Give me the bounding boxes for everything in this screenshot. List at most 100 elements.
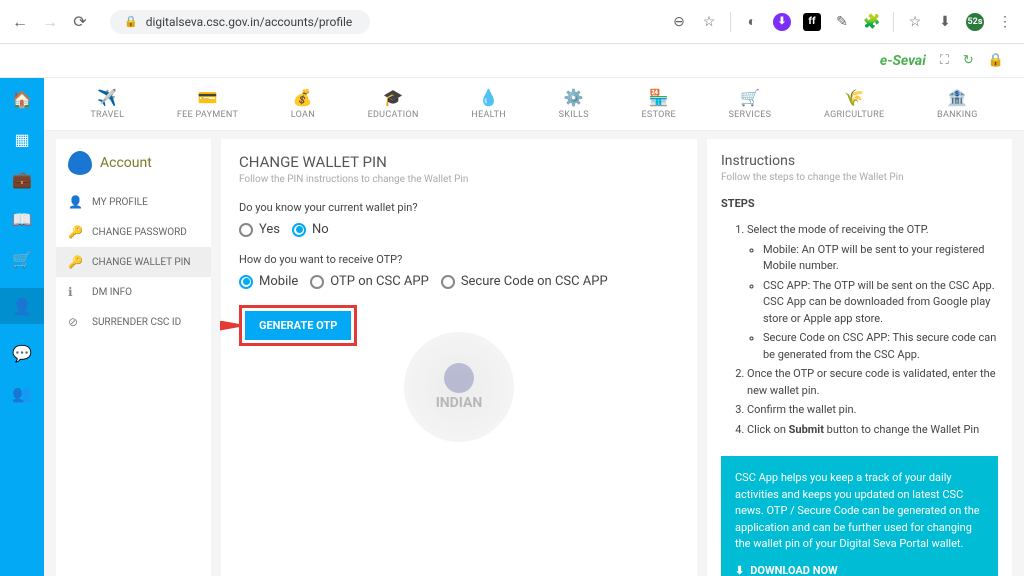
forward-button[interactable]: → — [40, 12, 60, 32]
cat-loan[interactable]: 💰LOAN — [291, 88, 315, 120]
app-top-bar: e-Sevai ⛶ ↻ 🔒 — [0, 44, 1024, 78]
cat-skills[interactable]: ⚙️SKILLS — [559, 88, 589, 120]
radio-yes[interactable]: Yes — [239, 222, 280, 237]
cat-banking[interactable]: 🏦BANKING — [937, 88, 978, 120]
cat-education[interactable]: 🎓EDUCATION — [368, 88, 419, 120]
expand-icon[interactable]: ⛶ — [940, 53, 949, 68]
ext-icon-2[interactable]: ⬇ — [773, 13, 791, 31]
radio-icon — [292, 223, 306, 237]
rail-book-icon[interactable]: 📖 — [11, 208, 33, 230]
key-icon: 🔑 — [68, 225, 84, 239]
sidebar-item-dm-info[interactable]: ℹDM INFO — [56, 277, 211, 307]
zoom-icon[interactable]: ⊖ — [670, 13, 688, 31]
sidebar-item-surrender-csc[interactable]: ⊘ SURRENDER CSC ID — [56, 307, 211, 337]
radio-icon — [441, 275, 455, 289]
url-bar[interactable]: 🔒 digitalseva.csc.gov.in/accounts/profil… — [110, 10, 370, 34]
radio-icon — [310, 275, 324, 289]
back-button[interactable]: ← — [10, 12, 30, 32]
loan-icon: 💰 — [291, 88, 315, 106]
ext-icon-3[interactable]: ff — [803, 13, 821, 31]
download-icon[interactable]: ⬇ — [936, 13, 954, 31]
account-heading-label: Account — [100, 155, 152, 171]
rail-users-icon[interactable]: 👥 — [11, 382, 33, 404]
step-3: Confirm the wallet pin. — [747, 402, 998, 419]
download-label: DOWNLOAD NOW — [750, 563, 837, 576]
category-nav: ✈️TRAVEL 💳FEE PAYMENT 💰LOAN 🎓EDUCATION 💧… — [44, 78, 1024, 131]
callout-arrow-icon — [220, 321, 242, 331]
steps-heading: STEPS — [721, 197, 998, 210]
agriculture-icon: 🌾 — [842, 88, 866, 106]
download-now-link[interactable]: ⬇ DOWNLOAD NOW — [735, 563, 838, 576]
rail-cart-icon[interactable]: 🛒 — [11, 248, 33, 270]
radio-no[interactable]: No — [292, 222, 329, 237]
rail-wallet-icon[interactable]: 💼 — [11, 168, 33, 190]
step-4: Click on Submit button to change the Wal… — [747, 422, 998, 439]
watermark: INDIAN — [404, 332, 514, 442]
cat-estore[interactable]: 🏪ESTORE — [642, 88, 676, 120]
radio-secure-code[interactable]: Secure Code on CSC APP — [441, 274, 608, 289]
profile-icon: 👤 — [68, 195, 84, 209]
kebab-menu-icon[interactable]: ⋮ — [996, 13, 1014, 31]
health-icon: 💧 — [477, 88, 501, 106]
education-icon: 🎓 — [381, 88, 405, 106]
panel-subtitle: Follow the PIN instructions to change th… — [239, 174, 679, 185]
step-sub: Mobile: An OTP will be sent to your regi… — [763, 242, 998, 275]
banking-icon: 🏦 — [945, 88, 969, 106]
sidebar-item-label: CHANGE WALLET PIN — [92, 257, 191, 268]
key-icon: 🔑 — [68, 255, 84, 269]
radio-icon — [239, 275, 253, 289]
rail-home-icon[interactable]: 🏠 — [11, 88, 33, 110]
sidebar-item-change-password[interactable]: 🔑 CHANGE PASSWORD — [56, 217, 211, 247]
cat-agriculture[interactable]: 🌾AGRICULTURE — [824, 88, 884, 120]
promo-box: CSC App helps you keep a track of your d… — [721, 456, 998, 576]
reload-button[interactable]: ⟳ — [70, 12, 90, 32]
bookmark-icon[interactable]: ☆ — [906, 13, 924, 31]
instructions-subtitle: Follow the steps to change the Wallet Pi… — [721, 172, 998, 183]
account-heading: 👤 Account — [56, 139, 211, 187]
travel-icon: ✈️ — [95, 88, 119, 106]
rail-account-icon[interactable]: 👤 — [0, 288, 44, 324]
question-1-options: Yes No — [239, 222, 679, 237]
estore-icon: 🏪 — [647, 88, 671, 106]
cat-travel[interactable]: ✈️TRAVEL — [90, 88, 124, 120]
step-sub: Secure Code on CSC APP: This secure code… — [763, 330, 998, 363]
sidebar-item-label: CHANGE PASSWORD — [92, 227, 187, 238]
ext-icon-pen[interactable]: ✎ — [833, 13, 851, 31]
cat-services[interactable]: 🛒SERVICES — [729, 88, 772, 120]
generate-otp-highlight: GENERATE OTP — [239, 305, 357, 346]
steps-list: Select the mode of receiving the OTP. Mo… — [721, 222, 998, 438]
site-info-icon[interactable]: 🔒 — [124, 15, 138, 28]
cat-fee-payment[interactable]: 💳FEE PAYMENT — [177, 88, 238, 120]
rail-chat-icon[interactable]: 💬 — [11, 342, 33, 364]
panel-title: CHANGE WALLET PIN — [239, 153, 679, 171]
radio-mobile[interactable]: Mobile — [239, 274, 298, 289]
services-icon: 🛒 — [738, 88, 762, 106]
left-rail: 🏠 ▦ 💼 📖 🛒 👤 💬 👥 — [0, 78, 44, 576]
radio-label: OTP on CSC APP — [330, 274, 429, 289]
radio-label: Yes — [259, 222, 280, 237]
lock-icon[interactable]: 🔒 — [988, 53, 1004, 68]
url-text: digitalseva.csc.gov.in/accounts/profile — [146, 15, 353, 29]
question-2-label: How do you want to receive OTP? — [239, 253, 679, 266]
sidebar-item-label: MY PROFILE — [92, 197, 148, 208]
sidebar-item-my-profile[interactable]: 👤 MY PROFILE — [56, 187, 211, 217]
radio-otp-csc-app[interactable]: OTP on CSC APP — [310, 274, 429, 289]
profile-avatar[interactable]: 52s — [966, 13, 984, 31]
radio-label: Mobile — [259, 274, 298, 289]
ext-icon-1[interactable]: ◐ — [743, 13, 761, 31]
main-panel: INDIAN CHANGE WALLET PIN Follow the PIN … — [221, 139, 697, 576]
bookmark-star-icon[interactable]: ☆ — [700, 13, 718, 31]
cat-health[interactable]: 💧HEALTH — [471, 88, 506, 120]
refresh-icon[interactable]: ↻ — [963, 53, 974, 68]
step-text: Select the mode of receiving the OTP. — [747, 223, 929, 236]
info-icon: ℹ — [68, 285, 84, 299]
radio-label: Secure Code on CSC APP — [461, 274, 608, 289]
sidebar-item-change-wallet-pin[interactable]: 🔑 CHANGE WALLET PIN — [56, 247, 211, 277]
extensions-icon[interactable]: 🧩 — [863, 13, 881, 31]
generate-otp-button[interactable]: GENERATE OTP — [245, 311, 351, 340]
watermark-text: INDIAN — [436, 395, 483, 411]
block-icon: ⊘ — [68, 315, 84, 329]
sidebar-item-label: SURRENDER CSC ID — [92, 317, 181, 328]
step-1: Select the mode of receiving the OTP. Mo… — [747, 222, 998, 363]
rail-apps-icon[interactable]: ▦ — [11, 128, 33, 150]
